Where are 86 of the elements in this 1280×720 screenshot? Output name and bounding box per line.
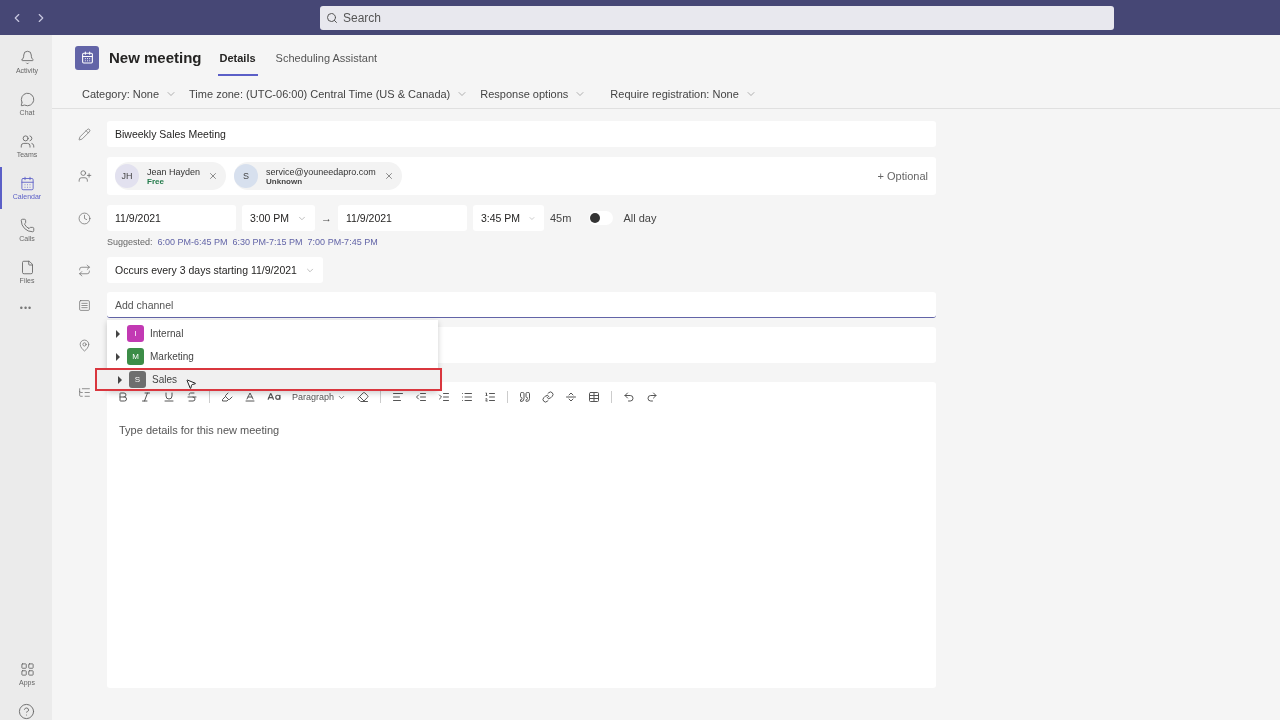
eraser-icon[interactable]: [357, 391, 370, 403]
suggested-time-link[interactable]: 7:00 PM-7:45 PM: [307, 237, 378, 247]
suggested-label: Suggested:: [107, 237, 153, 247]
channel-field[interactable]: Add channel: [107, 292, 936, 318]
bold-icon[interactable]: [117, 391, 129, 403]
recurrence-dropdown[interactable]: Occurs every 3 days starting 11/9/2021: [107, 257, 323, 283]
attendee-name: service@youneedapro.com: [266, 166, 376, 177]
table-icon[interactable]: [588, 391, 601, 403]
apps-icon: [19, 662, 35, 677]
remove-icon[interactable]: [383, 171, 394, 181]
team-avatar: S: [129, 371, 146, 388]
calendar-icon: [19, 176, 35, 191]
numbered-list-icon[interactable]: [484, 391, 497, 403]
duration: 45m: [550, 212, 572, 224]
undo-icon[interactable]: [623, 391, 636, 403]
time-dropdown[interactable]: 3:45 PM: [473, 205, 544, 231]
location-icon: [78, 338, 92, 352]
date-field[interactable]: 11/9/2021: [107, 205, 236, 231]
expand-icon[interactable]: [115, 352, 121, 361]
phone-icon: [19, 218, 35, 233]
attendee-chip[interactable]: S service@youneedapro.com Unknown: [234, 162, 402, 190]
people-icon: [19, 134, 35, 149]
paragraph-dropdown[interactable]: Paragraph: [292, 392, 347, 402]
option-dropdown[interactable]: Require registration: None: [610, 88, 757, 100]
font-color-icon[interactable]: [244, 391, 256, 403]
strikethrough-icon[interactable]: [186, 391, 198, 403]
time-dropdown[interactable]: 3:00 PM: [242, 205, 315, 231]
all-day-label: All day: [623, 212, 657, 224]
redo-icon[interactable]: [646, 391, 659, 403]
expand-icon[interactable]: [117, 375, 123, 384]
channel-icon: [78, 298, 92, 312]
suggested-time-link[interactable]: 6:30 PM-7:15 PM: [232, 237, 303, 247]
channel-name: Internal: [150, 328, 184, 339]
title-field[interactable]: Biweekly Sales Meeting: [107, 121, 936, 147]
arrow: →: [321, 212, 332, 224]
attendee-status: Free: [147, 176, 165, 186]
channel-name: Marketing: [150, 351, 194, 362]
link-icon[interactable]: [542, 391, 555, 403]
pencil-icon: [78, 127, 92, 141]
indent-icon[interactable]: [438, 391, 451, 403]
channel-name: Sales: [152, 374, 177, 385]
attendee-status: Unknown: [266, 176, 303, 186]
option-dropdown[interactable]: Category: None: [82, 88, 178, 100]
option-dropdown[interactable]: Time zone: (UTC-06:00) Central Time (US & Canada): [189, 88, 469, 100]
quote-icon[interactable]: [519, 391, 532, 403]
file-icon: [19, 260, 35, 275]
details-placeholder: Type details for this new meeting: [118, 423, 281, 438]
help-icon[interactable]: [17, 703, 35, 720]
calendar-app-icon: [75, 45, 99, 70]
add-person-icon: [78, 169, 92, 183]
avatar: S: [234, 164, 259, 188]
repeat-icon: [78, 263, 92, 277]
outdent-icon[interactable]: [415, 391, 428, 403]
tab[interactable]: Scheduling Assistant: [273, 39, 380, 76]
bell-icon: [19, 50, 35, 65]
divider-icon[interactable]: [565, 391, 578, 403]
remove-icon[interactable]: [208, 171, 219, 181]
align-icon[interactable]: [392, 391, 405, 403]
suggested-time-link[interactable]: 6:00 PM-6:45 PM: [157, 237, 228, 247]
chat-icon: [19, 92, 35, 107]
details-editor[interactable]: Paragraph Type details for this new meeting: [107, 382, 936, 688]
option-dropdown[interactable]: Response options: [480, 88, 587, 100]
underline-icon[interactable]: [163, 391, 175, 403]
optional-link[interactable]: + Optional: [877, 170, 928, 182]
search-icon: [326, 11, 338, 24]
bullet-list-icon[interactable]: [461, 391, 474, 403]
date-field[interactable]: 11/9/2021: [338, 205, 467, 231]
list-icon: [78, 386, 92, 399]
highlighter-icon[interactable]: [221, 391, 233, 403]
team-avatar: I: [127, 325, 144, 342]
attendee-name: Jean Hayden: [147, 166, 201, 177]
more-apps-button[interactable]: •••: [19, 303, 33, 313]
attendees-field[interactable]: JH Jean Hayden Free S service@youneedapro.com Unknown + Optional: [107, 157, 936, 195]
expand-icon[interactable]: [115, 329, 121, 338]
channel-option[interactable]: I Internal: [107, 322, 438, 345]
avatar: JH: [115, 164, 139, 188]
italic-icon[interactable]: [140, 391, 152, 403]
tab[interactable]: Details: [217, 39, 258, 76]
channel-option[interactable]: M Marketing: [107, 345, 438, 368]
clock-icon: [78, 211, 92, 225]
team-avatar: M: [127, 348, 144, 365]
channel-option[interactable]: S Sales: [95, 368, 442, 391]
attendee-chip[interactable]: JH Jean Hayden Free: [115, 162, 227, 190]
all-day-toggle[interactable]: [589, 211, 614, 225]
search-field[interactable]: Search: [320, 5, 1114, 30]
page-title: New meeting: [109, 49, 202, 66]
